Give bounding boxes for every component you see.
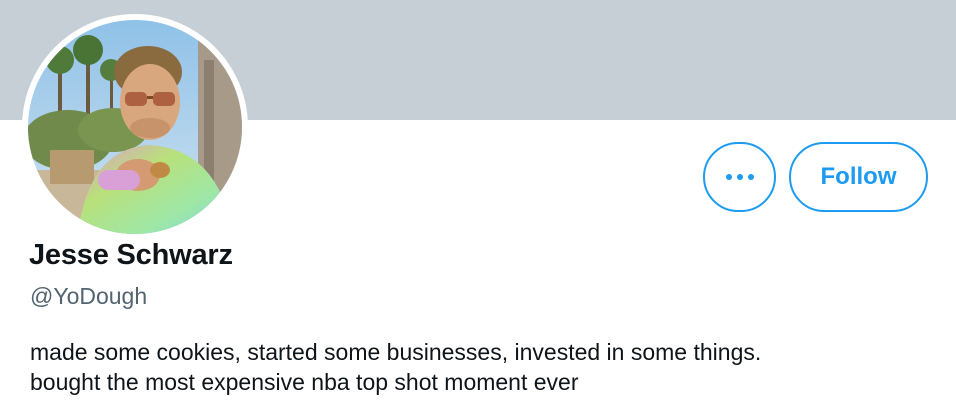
user-handle: @YoDough — [30, 283, 148, 309]
more-horizontal-icon — [725, 174, 754, 180]
profile-bio: made some cookies, started some business… — [30, 337, 930, 397]
avatar-photo — [28, 20, 242, 234]
bio-line: made some cookies, started some business… — [30, 339, 762, 365]
profile-header: Follow Jesse Schwarz @YoDough made some … — [0, 0, 956, 418]
display-name: Jesse Schwarz — [29, 239, 233, 271]
more-button[interactable] — [703, 142, 776, 212]
follow-button[interactable]: Follow — [789, 142, 928, 212]
bio-line: bought the most expensive nba top shot m… — [30, 369, 579, 395]
avatar[interactable] — [22, 14, 248, 240]
